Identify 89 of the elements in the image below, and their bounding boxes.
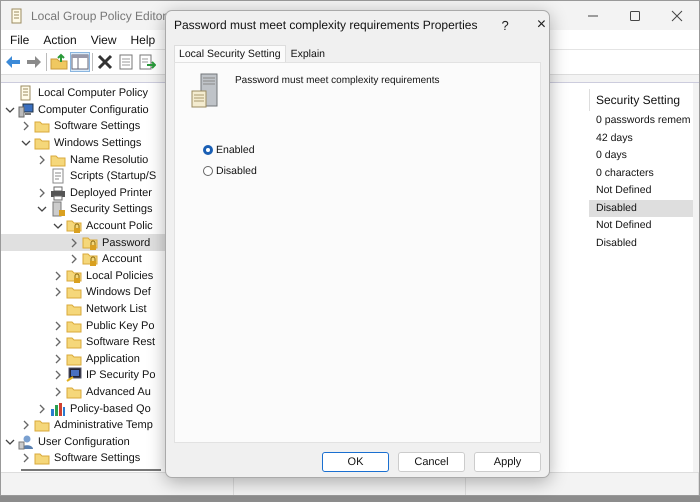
toolbar-button[interactable]	[95, 52, 115, 72]
window-title: Local Group Policy Editor	[31, 8, 166, 22]
export-list-icon	[138, 53, 156, 71]
computer-icon	[18, 102, 34, 118]
panel-icon	[71, 53, 89, 71]
radio-option[interactable]: Enabled	[203, 144, 540, 156]
chevron-right-icon[interactable]	[37, 154, 47, 165]
tree-item[interactable]: Deployed Printer	[1, 184, 166, 202]
scrollbar[interactable]	[21, 468, 161, 471]
table-cell[interactable]: 0 passwords remem	[589, 112, 693, 130]
tree-item[interactable]: Software Settings	[1, 118, 166, 135]
tree-item[interactable]: Account	[1, 250, 166, 268]
dialog-button[interactable]: Cancel	[398, 452, 465, 472]
chevron-right-icon[interactable]	[53, 370, 63, 380]
chevron-right-icon[interactable]	[53, 354, 63, 364]
tree-item[interactable]: Computer Configuratio	[1, 102, 166, 118]
tree-item[interactable]: Local Computer Policy	[1, 85, 166, 102]
chevron-down-icon[interactable]	[5, 104, 15, 115]
tree-item[interactable]: Policy-based Qo	[1, 400, 166, 417]
maximize-icon[interactable]	[629, 10, 641, 22]
chevron-right-icon[interactable]	[53, 270, 63, 281]
tree-item[interactable]: Public Key Po	[1, 317, 166, 334]
chevron-right-icon[interactable]	[21, 420, 31, 430]
tree-item[interactable]: Scripts (Startup/S	[1, 168, 166, 185]
chevron-right-icon[interactable]	[37, 188, 47, 198]
chevron-right-icon[interactable]	[53, 287, 63, 298]
tree-item[interactable]: Windows Settings	[1, 134, 166, 152]
help-button[interactable]: ?	[487, 18, 523, 32]
tree-item[interactable]: Windows Def	[1, 284, 166, 301]
tree-item[interactable]: Advanced Au	[1, 384, 166, 400]
table-cell[interactable]: 42 days	[589, 130, 693, 147]
tree-item[interactable]: IP Security Po	[1, 367, 166, 384]
server-lock-icon	[50, 201, 66, 218]
locked-folder-icon	[82, 251, 98, 268]
forward-arrow-icon	[25, 53, 43, 71]
menu-item[interactable]: Help	[126, 32, 160, 46]
tab[interactable]: Local Security Setting	[174, 45, 286, 62]
server-icon	[191, 73, 219, 109]
table-cell[interactable]: 0 characters	[589, 164, 693, 182]
policy-name: Password must meet complexity requirements	[235, 74, 440, 86]
tree-item[interactable]: Software Settings	[1, 450, 166, 467]
chevron-down-icon[interactable]	[53, 221, 63, 232]
user-icon	[18, 434, 34, 450]
tree-item[interactable]: Application	[1, 350, 166, 368]
printer-icon	[50, 184, 66, 201]
tree-item[interactable]: Password	[1, 234, 166, 251]
locked-folder-icon	[66, 268, 82, 284]
table-cell[interactable]: Not Defined	[589, 217, 693, 234]
dialog-button[interactable]: OK	[322, 452, 389, 472]
tree-item[interactable]: Account Polic	[1, 218, 166, 234]
table-cell[interactable]: 0 days	[589, 147, 693, 164]
chevron-right-icon[interactable]	[37, 404, 47, 414]
chevron-right-icon[interactable]	[53, 386, 63, 397]
menu-item[interactable]: Action	[38, 32, 82, 46]
table-cell[interactable]: Disabled	[589, 234, 693, 252]
monitor-key-icon	[66, 367, 82, 384]
toolbar-button[interactable]	[70, 52, 90, 72]
chevron-right-icon[interactable]	[53, 320, 63, 331]
table-cell[interactable]: Disabled	[589, 200, 693, 217]
chevron-right-icon[interactable]	[53, 337, 63, 348]
script-document-icon	[50, 168, 66, 184]
chevron-right-icon[interactable]	[21, 453, 31, 464]
radio-option[interactable]: Disabled	[203, 165, 540, 177]
menu-item[interactable]: View	[86, 32, 122, 46]
properties-icon	[117, 53, 135, 71]
close-button[interactable]: ×	[532, 16, 550, 34]
dialog-button[interactable]: Apply	[474, 452, 541, 472]
tree-item[interactable]: Security Settings	[1, 201, 166, 218]
folder-up-icon	[50, 53, 68, 71]
tree-item[interactable]: Local Policies	[1, 268, 166, 284]
tree-item[interactable]: Network List	[1, 300, 166, 318]
dialog-title: Password must meet complexity requirements Properties	[174, 18, 478, 32]
table-cell[interactable]: Not Defined	[589, 182, 693, 200]
chevron-right-icon[interactable]	[69, 254, 79, 264]
delete-icon	[96, 53, 114, 71]
chevron-down-icon[interactable]	[21, 138, 31, 148]
locked-folder-icon	[82, 234, 98, 251]
close-icon[interactable]	[671, 10, 683, 22]
chevron-right-icon[interactable]	[69, 238, 79, 248]
bar-chart-icon	[50, 400, 66, 417]
chevron-right-icon[interactable]	[21, 121, 31, 132]
tree-item[interactable]: User Configuration	[1, 433, 166, 450]
chevron-down-icon[interactable]	[37, 204, 47, 214]
locked-folder-icon	[66, 218, 82, 234]
menu-item[interactable]: File	[5, 32, 34, 46]
tree-item[interactable]: Administrative Temp	[1, 416, 166, 434]
chevron-down-icon[interactable]	[5, 436, 15, 447]
tree-item[interactable]: Name Resolutio	[1, 151, 166, 168]
tree-item[interactable]: Software Rest	[1, 334, 166, 350]
